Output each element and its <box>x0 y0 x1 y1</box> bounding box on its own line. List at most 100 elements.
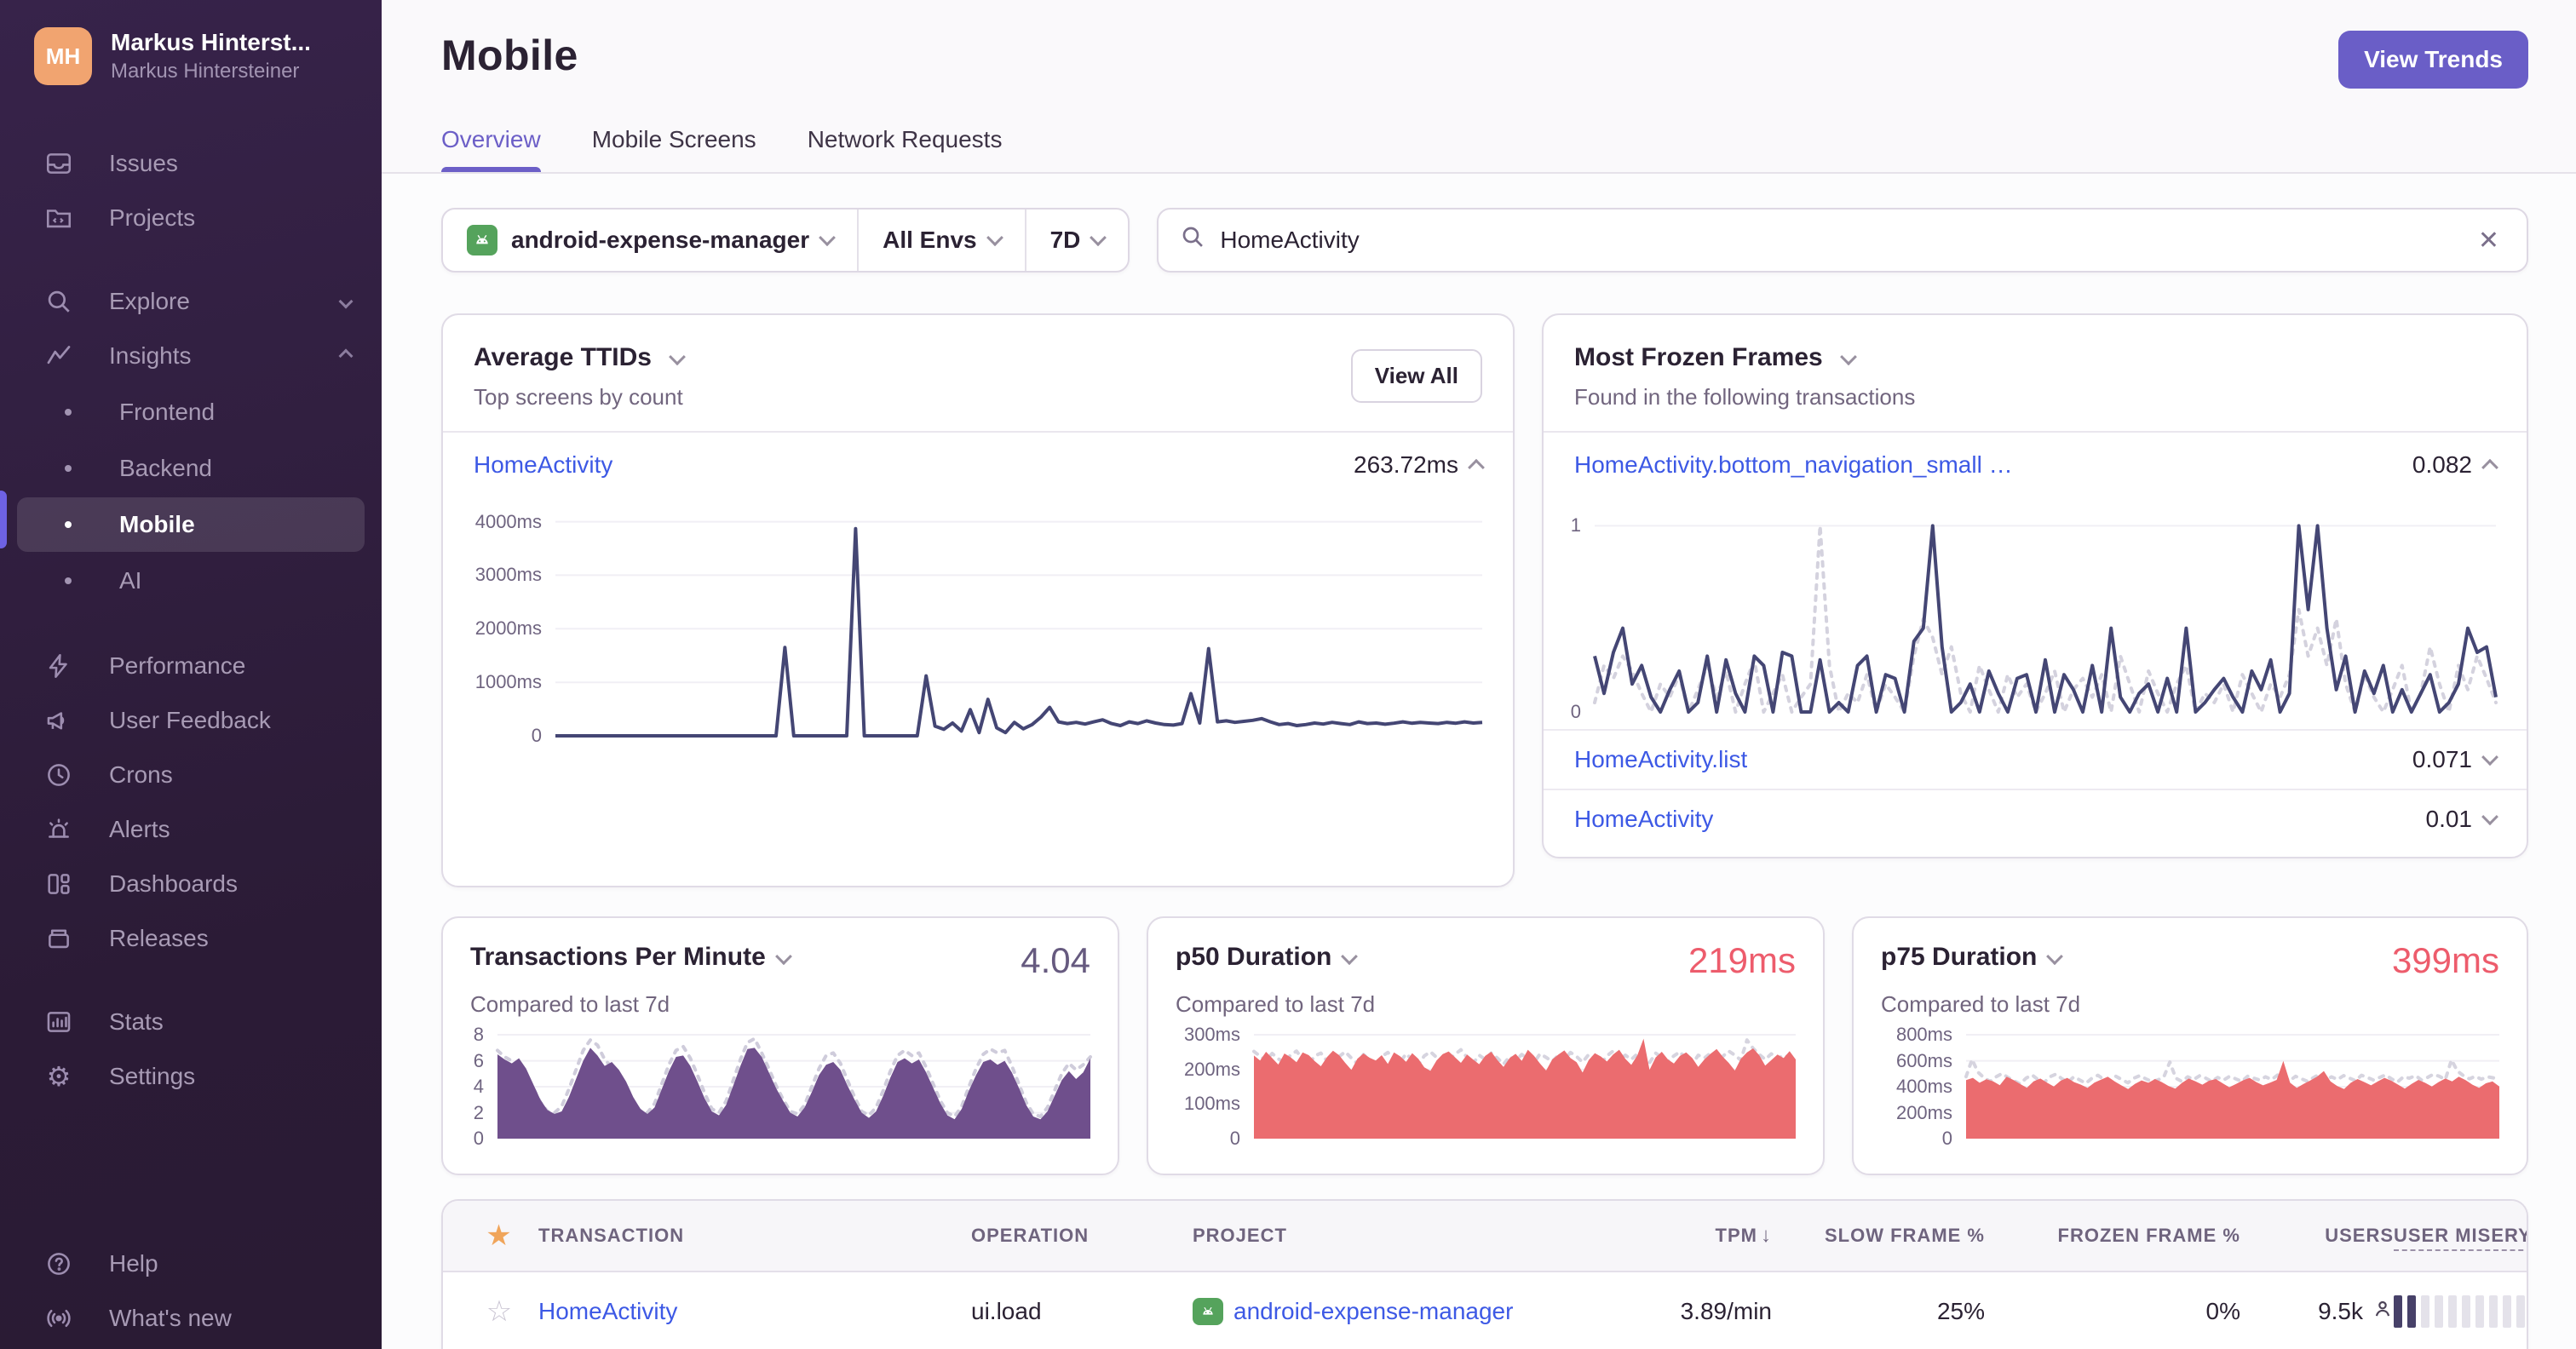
sidebar-item-whats-new[interactable]: What's new <box>0 1291 382 1346</box>
y-axis-labels: 02468 <box>473 1024 484 1149</box>
sidebar-item-crons[interactable]: Crons <box>0 748 382 802</box>
sidebar-item-stats[interactable]: Stats <box>0 995 382 1049</box>
most-frozen-frames-card: Most Frozen Frames Found in the followin… <box>1542 313 2528 858</box>
y-axis-labels: 0 100ms 200ms 300ms <box>1183 1024 1240 1149</box>
sidebar-item-help[interactable]: Help <box>0 1237 382 1291</box>
sidebar-item-releases[interactable]: Releases <box>0 911 382 966</box>
tpm-card: Transactions Per Minute 4.04 Compared to… <box>441 916 1119 1175</box>
slow-frame-cell: 25% <box>1936 1298 1985 1324</box>
misery-bars <box>2394 1295 2525 1328</box>
p75-chart: 0 200ms 400ms 600ms 800ms <box>1881 1024 2501 1149</box>
project-selector[interactable]: android-expense-manager <box>443 210 857 271</box>
collapse-chevron-icon[interactable] <box>2481 458 2498 476</box>
card-title[interactable]: Average TTIDs <box>474 343 652 371</box>
ttid-line-chart <box>555 511 1483 738</box>
average-ttids-card: Average TTIDs Top screens by count View … <box>441 313 1515 887</box>
filter-bar: android-expense-manager All Envs 7D Home… <box>441 208 2528 273</box>
p50-value: 219ms <box>1688 940 1796 980</box>
card-subtitle: Top screens by count <box>474 384 683 410</box>
stats-icon <box>44 1007 73 1036</box>
transactions-table: ★ TRANSACTION OPERATION PROJECT TPM ↓ SLO… <box>441 1199 2528 1349</box>
star-filter-icon[interactable]: ★ <box>460 1219 538 1253</box>
expand-chevron-icon[interactable] <box>2481 749 2498 766</box>
project-link[interactable]: android-expense-manager <box>1233 1298 1513 1325</box>
sidebar-item-projects[interactable]: Projects <box>0 191 382 245</box>
siren-icon <box>44 815 73 844</box>
search-icon <box>1179 223 1206 257</box>
star-toggle-icon[interactable]: ☆ <box>460 1294 538 1329</box>
clock-icon <box>44 761 73 789</box>
project-cell: android-expense-manager <box>1193 1298 1619 1325</box>
environment-selector[interactable]: All Envs <box>859 210 1024 271</box>
search-bar[interactable]: ✕ <box>1157 208 2528 273</box>
card-title[interactable]: Most Frozen Frames <box>1574 343 1823 371</box>
column-user-misery[interactable]: USER MISERY <box>2394 1225 2527 1251</box>
view-all-button[interactable]: View All <box>1350 348 1482 403</box>
transaction-link[interactable]: HomeActivity <box>474 451 612 479</box>
transaction-link[interactable]: HomeActivity <box>538 1298 677 1324</box>
card-title[interactable]: p50 Duration <box>1176 943 1331 971</box>
issues-icon <box>44 149 73 178</box>
table-row[interactable]: ☆ HomeActivity ui.load android-expense-m… <box>443 1272 2527 1349</box>
chevron-down-icon <box>668 348 686 366</box>
sidebar-item-explore[interactable]: Explore <box>0 274 382 329</box>
frozen-row-homeactivity[interactable]: HomeActivity 0.01 <box>1544 789 2527 848</box>
broadcast-icon <box>44 1304 73 1333</box>
app-window: MH Markus Hinterst... Markus Hinterstein… <box>0 0 2576 1349</box>
card-title[interactable]: Transactions Per Minute <box>470 943 766 971</box>
view-trends-button[interactable]: View Trends <box>2338 31 2528 89</box>
collapse-chevron-icon[interactable] <box>1468 458 1485 476</box>
user-org: Markus Hintersteiner <box>111 60 300 83</box>
help-icon <box>44 1249 73 1278</box>
users-cell: 9.5k <box>2240 1298 2394 1326</box>
avatar[interactable]: MH <box>34 27 92 85</box>
column-slow-frame[interactable]: SLOW FRAME % <box>1772 1225 1985 1247</box>
sidebar-item-alerts[interactable]: Alerts <box>0 802 382 857</box>
sidebar-item-user-feedback[interactable]: User Feedback <box>0 693 382 748</box>
sidebar-item-performance[interactable]: Performance <box>0 639 382 693</box>
bullet-icon <box>65 409 72 416</box>
tab-overview[interactable]: Overview <box>441 126 542 172</box>
sidebar-item-dashboards[interactable]: Dashboards <box>0 857 382 911</box>
p50-duration-card: p50 Duration 219ms Compared to last 7d 0… <box>1147 916 1825 1175</box>
sidebar-item-insights[interactable]: Insights <box>0 329 382 383</box>
user-menu[interactable]: MH Markus Hinterst... Markus Hinterstein… <box>0 0 382 109</box>
tab-mobile-screens[interactable]: Mobile Screens <box>592 126 756 172</box>
chevron-down-icon <box>338 294 354 309</box>
transaction-link[interactable]: HomeActivity.bottom_navigation_small … <box>1574 451 2013 479</box>
column-operation[interactable]: OPERATION <box>971 1225 1193 1247</box>
frozen-row-list[interactable]: HomeActivity.list 0.071 <box>1544 729 2527 789</box>
card-title[interactable]: p75 Duration <box>1881 943 2037 971</box>
sort-desc-icon: ↓ <box>1761 1224 1772 1247</box>
sidebar: MH Markus Hinterst... Markus Hinterstein… <box>0 0 382 1349</box>
frozen-frames-chart: 01 <box>1544 497 2527 729</box>
sidebar-item-ai[interactable]: AI <box>17 554 365 608</box>
sidebar-item-issues[interactable]: Issues <box>0 136 382 191</box>
column-users[interactable]: USERS <box>2240 1225 2394 1247</box>
ttid-row-homeactivity[interactable]: HomeActivity 263.72ms <box>443 433 1513 497</box>
sidebar-item-mobile[interactable]: Mobile <box>17 497 365 552</box>
operation-cell: ui.load <box>971 1298 1042 1324</box>
transaction-link[interactable]: HomeActivity <box>1574 806 1713 833</box>
sidebar-item-frontend[interactable]: Frontend <box>17 385 365 439</box>
date-range-selector[interactable]: 7D <box>1026 210 1129 271</box>
column-frozen-frame[interactable]: FROZEN FRAME % <box>1985 1225 2240 1247</box>
column-project[interactable]: PROJECT <box>1193 1225 1619 1247</box>
expand-chevron-icon[interactable] <box>2481 808 2498 826</box>
search-input[interactable] <box>1220 227 2471 254</box>
frozen-row-bottom-navigation[interactable]: HomeActivity.bottom_navigation_small … 0… <box>1544 433 2527 497</box>
tab-network-requests[interactable]: Network Requests <box>808 126 1003 172</box>
tpm-chart: 02468 <box>470 1024 1092 1149</box>
sidebar-item-backend[interactable]: Backend <box>17 441 365 496</box>
sidebar-nav: Issues Projects Explore Insights Fronten… <box>0 136 382 1104</box>
bullet-icon <box>65 521 72 528</box>
card-subtitle: Compared to last 7d <box>1176 991 1376 1017</box>
dashboards-icon <box>44 870 73 898</box>
clear-search-icon[interactable]: ✕ <box>2471 222 2506 259</box>
column-transaction[interactable]: TRANSACTION <box>538 1225 971 1247</box>
sidebar-footer: Help What's new <box>0 1237 382 1349</box>
sidebar-item-settings[interactable]: ⚙ Settings <box>0 1049 382 1104</box>
column-tpm[interactable]: TPM ↓ <box>1619 1224 1772 1248</box>
transaction-link[interactable]: HomeActivity.list <box>1574 746 1747 773</box>
card-subtitle: Found in the following transactions <box>1574 384 1916 410</box>
